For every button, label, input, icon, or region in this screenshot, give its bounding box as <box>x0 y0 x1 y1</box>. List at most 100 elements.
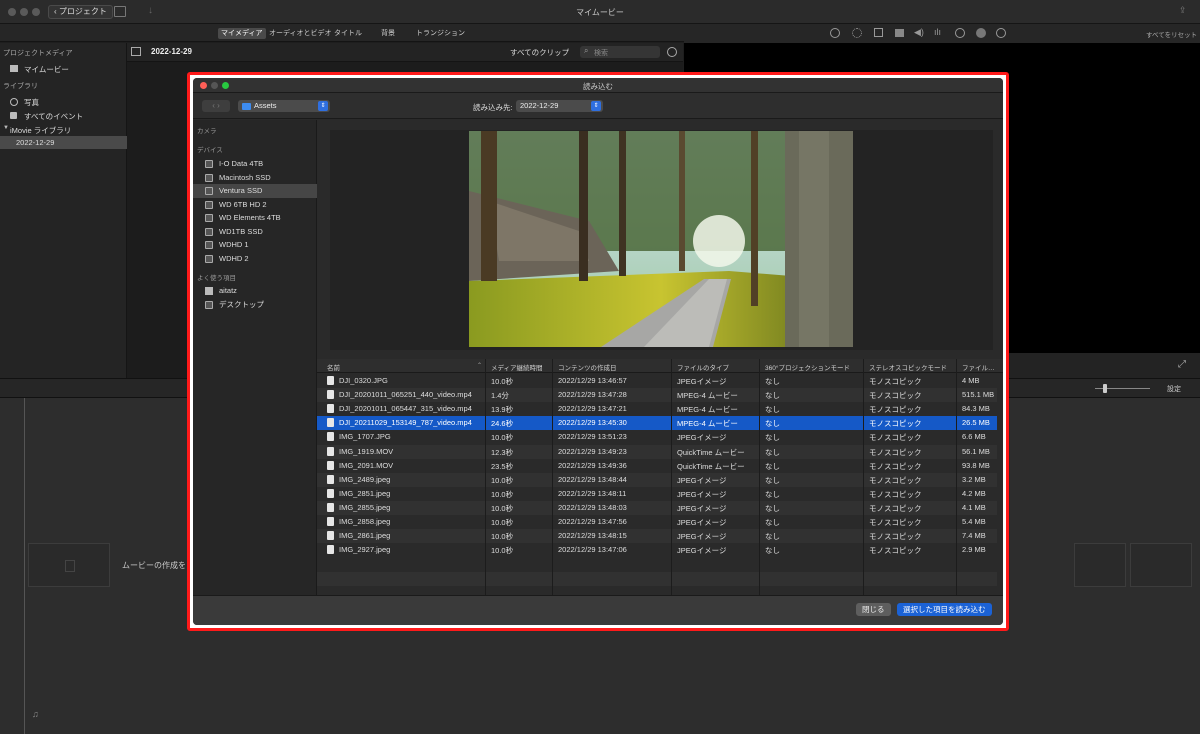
column-header-name[interactable]: 名前 <box>327 362 340 372</box>
back-forward-buttons[interactable]: ‹ › <box>202 100 230 112</box>
cell-projection: なし <box>765 546 780 556</box>
sidebar-item-device[interactable]: WDHD 1 <box>193 238 317 252</box>
sidebar-item-home[interactable]: aitatz <box>193 284 317 298</box>
cell-created: 2022/12/29 13:45:30 <box>558 418 627 428</box>
table-row[interactable]: IMG_2927.jpeg 10.0秒 2022/12/29 13:47:06 JPE… <box>317 543 997 558</box>
search-icon: ⌕ <box>584 46 589 55</box>
library-item-event[interactable]: 2022-12-29 <box>0 136 127 149</box>
preview-photo <box>469 131 853 347</box>
tab-audio-video[interactable]: オーディオとビデオ <box>266 28 335 39</box>
column-header-projection[interactable]: 360°プロジェクションモード <box>765 362 850 372</box>
drive-icon <box>205 173 213 182</box>
cell-created: 2022/12/29 13:48:03 <box>558 502 627 512</box>
crop-icon[interactable] <box>874 28 883 37</box>
music-note-icon: ♫ <box>32 709 39 719</box>
search-input[interactable]: ⌕ 検索 <box>580 46 660 58</box>
cell-name: DJI_20201011_065447_315_video.mp4 <box>339 404 472 414</box>
import-to-select[interactable]: 2022-12-29 ⇕ <box>516 100 603 112</box>
settings-gear-icon[interactable] <box>667 47 677 57</box>
cell-projection: なし <box>765 419 780 429</box>
cell-created: 2022/12/29 13:46:57 <box>558 376 627 385</box>
sidebar-item-device[interactable]: WDHD 2 <box>193 252 317 266</box>
share-icon[interactable]: ⇪ <box>1179 5 1187 16</box>
library-item-photos[interactable]: 写真 <box>24 97 39 108</box>
noise-reduction-icon[interactable]: ılı <box>934 27 941 37</box>
table-row[interactable]: DJI_20201011_065447_315_video.mp4 13.9秒 20… <box>317 402 997 417</box>
project-media-header: プロジェクトメディア <box>3 50 73 57</box>
drive-icon <box>205 227 213 236</box>
info-icon[interactable] <box>996 28 1006 38</box>
tab-titles[interactable]: タイトル <box>331 28 365 39</box>
clip-filter-select[interactable]: すべてのクリップ <box>510 47 569 58</box>
cell-duration: 13.9秒 <box>491 405 514 415</box>
table-row[interactable]: IMG_2858.jpeg 10.0秒 2022/12/29 13:47:56 JPE… <box>317 515 997 530</box>
clip-filter-icon[interactable] <box>976 28 986 38</box>
sidebar-item-device[interactable]: I-O Data 4TB <box>193 157 317 171</box>
tab-my-media[interactable]: マイメディア <box>218 28 266 39</box>
sidebar-item-device[interactable]: Ventura SSD <box>193 184 317 198</box>
timeline-settings-button[interactable]: 設定 <box>1167 384 1181 394</box>
file-icon <box>327 446 334 456</box>
import-to-label: 読み込み先: <box>473 103 513 112</box>
speed-icon[interactable] <box>955 28 965 38</box>
table-row[interactable]: IMG_2851.jpeg 10.0秒 2022/12/29 13:48:11 JPE… <box>317 486 997 501</box>
table-row[interactable]: IMG_1707.JPG 10.0秒 2022/12/29 13:51:23 JPEG… <box>317 430 997 445</box>
library-item-my-movie[interactable]: マイムービー <box>24 64 69 75</box>
file-icon <box>327 517 334 526</box>
desktop-icon <box>205 301 213 309</box>
reset-all-button[interactable]: すべてをリセット <box>1146 29 1197 39</box>
column-header-duration[interactable]: メディア継続時間 <box>491 362 543 372</box>
table-row[interactable]: IMG_2091.MOV 23.5秒 2022/12/29 13:49:36 Quic… <box>317 458 997 473</box>
table-row[interactable]: DJI_0320.JPG 10.0秒 2022/12/29 13:46:57 JPEG… <box>317 374 997 389</box>
column-header-size[interactable]: ファイル… <box>962 362 995 372</box>
table-row[interactable]: DJI_20211029_153149_787_video.mp4 24.6秒 20… <box>317 416 997 431</box>
cell-projection: なし <box>765 447 780 457</box>
column-header-created[interactable]: コンテンツの作成日 <box>558 362 617 372</box>
playhead[interactable] <box>24 398 25 734</box>
sidebar-item-device[interactable]: WD1TB SSD <box>193 225 317 239</box>
tab-backgrounds[interactable]: 背景 <box>378 28 398 39</box>
volume-icon[interactable]: ◀) <box>914 27 924 38</box>
cell-duration: 10.0秒 <box>491 532 514 542</box>
imovie-window: ‹ プロジェクト ↓ マイムービー ⇪ ⁄ マイメディア オーディオとビデオ タ… <box>0 0 1200 734</box>
clip-placeholder-icon <box>65 560 75 572</box>
empty-row <box>317 586 997 595</box>
sidebar-item-device[interactable]: WD Elements 4TB <box>193 211 317 225</box>
color-correction-icon[interactable] <box>852 28 862 38</box>
table-row[interactable]: IMG_2489.jpeg 10.0秒 2022/12/29 13:48:44 JPE… <box>317 472 997 487</box>
disclosure-triangle-icon[interactable]: ▼ <box>3 125 9 131</box>
cell-duration: 10.0秒 <box>491 518 514 527</box>
sidebar-item-desktop[interactable]: デスクトップ <box>193 298 317 312</box>
library-item-imovie-library[interactable]: iMovie ライブラリ <box>10 125 71 136</box>
fullscreen-icon[interactable]: ⤢ <box>1178 359 1186 370</box>
zoom-slider-thumb[interactable] <box>1103 384 1107 393</box>
file-icon <box>327 531 334 541</box>
sidebar-item-device[interactable]: WD 6TB HD 2 <box>193 198 317 212</box>
stabilization-icon[interactable] <box>895 29 904 37</box>
cell-size: 26.5 MB <box>962 418 990 428</box>
sidebar-item-device[interactable]: Macintosh SSD <box>193 171 317 185</box>
sidebar-toggle-icon[interactable] <box>131 47 141 56</box>
timeline-placeholder-clip <box>28 543 110 587</box>
column-header-stereo[interactable]: ステレオスコピックモード <box>869 362 947 372</box>
table-row[interactable]: IMG_2855.jpeg 10.0秒 2022/12/29 13:48:03 JPE… <box>317 500 997 515</box>
table-row[interactable]: DJI_20201011_065251_440_video.mp4 1.4分 202… <box>317 388 997 403</box>
cell-type: MPEG-4 ムービー <box>677 391 738 401</box>
cell-size: 84.3 MB <box>962 404 990 414</box>
library-item-all-events[interactable]: すべてのイベント <box>24 111 83 122</box>
table-row[interactable]: IMG_1919.MOV 12.3秒 2022/12/29 13:49:23 Quic… <box>317 444 997 459</box>
column-header-type[interactable]: ファイルのタイプ <box>677 362 729 372</box>
location-select[interactable]: Assets ⇕ <box>238 100 330 112</box>
tab-transitions[interactable]: トランジション <box>413 28 468 39</box>
cell-size: 3.2 MB <box>962 474 986 484</box>
cell-projection: なし <box>765 377 780 386</box>
import-selected-button[interactable]: 選択した項目を読み込む <box>897 603 992 616</box>
cell-stereo: モノスコピック <box>869 461 922 471</box>
cell-size: 93.8 MB <box>962 460 990 470</box>
color-balance-icon[interactable] <box>830 28 840 38</box>
cell-stereo: モノスコピック <box>869 405 922 415</box>
table-row[interactable]: IMG_2861.jpeg 10.0秒 2022/12/29 13:48:15 JPE… <box>317 529 997 544</box>
cell-type: JPEGイメージ <box>677 532 727 542</box>
close-button[interactable]: 閉じる <box>856 603 891 616</box>
drive-icon <box>205 241 213 249</box>
